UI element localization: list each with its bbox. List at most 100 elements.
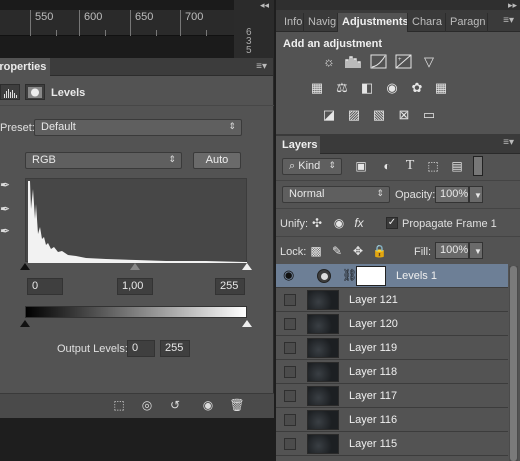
mask-icon[interactable] xyxy=(25,84,45,100)
white-eyedropper-icon[interactable]: ✒ xyxy=(0,224,14,240)
layers-scrollbar[interactable] xyxy=(509,266,518,461)
output-white-slider[interactable] xyxy=(242,320,252,327)
exposure-icon[interactable]: + xyxy=(395,54,413,69)
tab-layers[interactable]: Layers xyxy=(276,136,320,154)
chain-link-icon[interactable]: ⛓ xyxy=(342,268,357,282)
levels-layer-icon xyxy=(317,269,331,283)
reset-icon[interactable]: ↺ xyxy=(166,398,184,414)
lock-position-icon[interactable]: ✥ xyxy=(351,244,365,258)
opacity-dropdown-icon[interactable]: ▼ xyxy=(469,186,483,203)
collapse-arrows-icon[interactable]: ◂◂ xyxy=(260,0,269,11)
fill-field[interactable]: 100% xyxy=(435,242,469,259)
lock-all-icon[interactable]: 🔒 xyxy=(372,244,387,258)
view-previous-icon[interactable]: ◎ xyxy=(138,398,156,414)
ruler-label: 550 xyxy=(35,11,54,23)
photo-filter-icon[interactable]: ◉ xyxy=(383,80,401,95)
visibility-toggle[interactable] xyxy=(284,414,296,426)
input-black-slider[interactable] xyxy=(20,263,30,270)
filter-kind-dropdown[interactable]: ⌕ Kind ⇕ xyxy=(282,158,342,175)
black-white-icon[interactable]: ◧ xyxy=(358,80,376,95)
layer-row[interactable]: Layer 119 xyxy=(276,336,508,360)
threshold-icon[interactable]: ▧ xyxy=(370,107,388,122)
layer-row[interactable]: Layer 118 xyxy=(276,360,508,384)
input-black-field[interactable]: 0 xyxy=(27,278,63,295)
selective-color-icon[interactable]: ▭ xyxy=(420,107,438,122)
ruler-tick xyxy=(105,30,106,36)
channel-dropdown[interactable]: RGB ⇕ xyxy=(25,152,182,169)
layer-mask-thumbnail[interactable] xyxy=(356,266,386,286)
levels-adjustment-icon[interactable] xyxy=(0,84,20,100)
vibrance-icon[interactable]: ▽ xyxy=(420,54,438,69)
panel-menu-icon[interactable]: ≡▾ xyxy=(256,61,267,72)
lock-transparent-icon[interactable]: ▩ xyxy=(309,244,323,258)
tab-navigator[interactable]: Navig xyxy=(304,13,338,32)
type-filter-icon[interactable]: T xyxy=(403,159,417,173)
layer-row[interactable]: Layer 115 xyxy=(276,432,508,456)
updown-arrow-icon: ⇕ xyxy=(228,121,236,131)
layer-row[interactable]: Layer 117 xyxy=(276,384,508,408)
posterize-icon[interactable]: ▨ xyxy=(345,107,363,122)
unify-label: Unify: xyxy=(280,218,309,230)
lock-image-icon[interactable]: ✎ xyxy=(330,244,344,258)
levels-icon[interactable] xyxy=(345,54,363,69)
visibility-toggle[interactable] xyxy=(284,342,296,354)
visibility-toggle[interactable] xyxy=(284,318,296,330)
visibility-toggle[interactable] xyxy=(284,366,296,378)
tab-adjustments[interactable]: Adjustments xyxy=(338,13,408,32)
eye-icon[interactable]: ◉ xyxy=(283,267,294,283)
smart-object-filter-icon[interactable]: ▤ xyxy=(450,159,464,173)
invert-icon[interactable]: ◪ xyxy=(320,107,338,122)
input-gamma-slider[interactable] xyxy=(130,263,140,270)
brightness-icon[interactable]: ☼ xyxy=(320,54,338,69)
blend-mode-dropdown[interactable]: Normal ⇕ xyxy=(282,186,390,203)
tab-character[interactable]: Chara xyxy=(408,13,446,32)
black-eyedropper-icon[interactable]: ✒ xyxy=(0,178,14,194)
trash-icon[interactable]: 🗑 xyxy=(228,398,246,414)
auto-button[interactable]: Auto xyxy=(193,152,241,169)
channel-mixer-icon[interactable]: ✿ xyxy=(408,80,426,95)
adjustment-filter-icon[interactable]: ◐ xyxy=(380,159,394,173)
layer-row[interactable]: Layer 121 xyxy=(276,288,508,312)
hue-saturation-icon[interactable]: ▦ xyxy=(308,80,326,95)
clip-to-layer-icon[interactable]: ⬚ xyxy=(110,398,128,414)
layer-row[interactable]: Layer 120 xyxy=(276,312,508,336)
unify-position-icon[interactable]: ✣ xyxy=(310,216,324,230)
opacity-field[interactable]: 100% xyxy=(435,186,469,203)
layer-name: Layer 115 xyxy=(349,438,398,450)
tab-paragraph[interactable]: Paragn xyxy=(446,13,488,32)
pixel-filter-icon[interactable]: ▣ xyxy=(354,159,368,173)
fill-dropdown-icon[interactable]: ▼ xyxy=(469,242,483,259)
layer-thumbnail xyxy=(307,290,339,310)
color-lookup-icon[interactable]: ▦ xyxy=(432,80,450,95)
layer-row[interactable]: Layer 116 xyxy=(276,408,508,432)
filter-toggle[interactable] xyxy=(473,156,483,176)
gray-eyedropper-icon[interactable]: ✒ xyxy=(0,202,14,218)
output-black-slider[interactable] xyxy=(20,320,30,327)
propagate-checkbox[interactable]: ✓ xyxy=(386,217,398,229)
layer-thumbnail xyxy=(307,410,339,430)
panel-menu-icon[interactable]: ≡▾ xyxy=(503,15,514,26)
tab-info[interactable]: Info xyxy=(280,13,304,32)
scrollbar-thumb[interactable] xyxy=(510,266,517,461)
unify-visibility-icon[interactable]: ◉ xyxy=(332,216,346,230)
input-white-slider[interactable] xyxy=(242,263,252,270)
layer-row[interactable]: ◉ ⛓ Levels 1 xyxy=(276,264,508,288)
curves-icon[interactable] xyxy=(370,54,388,69)
visibility-toggle[interactable] xyxy=(284,294,296,306)
visibility-toggle[interactable] xyxy=(284,438,296,450)
horizontal-ruler: 550 600 650 700 xyxy=(0,10,234,36)
color-balance-icon[interactable]: ⚖ xyxy=(333,80,351,95)
dock-collapse-bar[interactable]: ▸▸ xyxy=(276,0,520,10)
input-white-field[interactable]: 255 xyxy=(215,278,245,295)
output-white-field[interactable]: 255 xyxy=(160,340,190,357)
output-black-field[interactable]: 0 xyxy=(127,340,155,357)
visibility-eye-icon[interactable]: ◉ xyxy=(199,398,217,414)
preset-dropdown[interactable]: Default ⇕ xyxy=(34,119,242,136)
shape-filter-icon[interactable]: ⬚ xyxy=(426,159,440,173)
panel-menu-icon[interactable]: ≡▾ xyxy=(503,137,514,148)
gradient-map-icon[interactable]: ⊠ xyxy=(395,107,413,122)
visibility-toggle[interactable] xyxy=(284,390,296,402)
input-gamma-field[interactable]: 1,00 xyxy=(117,278,153,295)
unify-style-icon[interactable]: fx xyxy=(352,216,366,230)
tab-properties[interactable]: Properties xyxy=(0,58,50,76)
